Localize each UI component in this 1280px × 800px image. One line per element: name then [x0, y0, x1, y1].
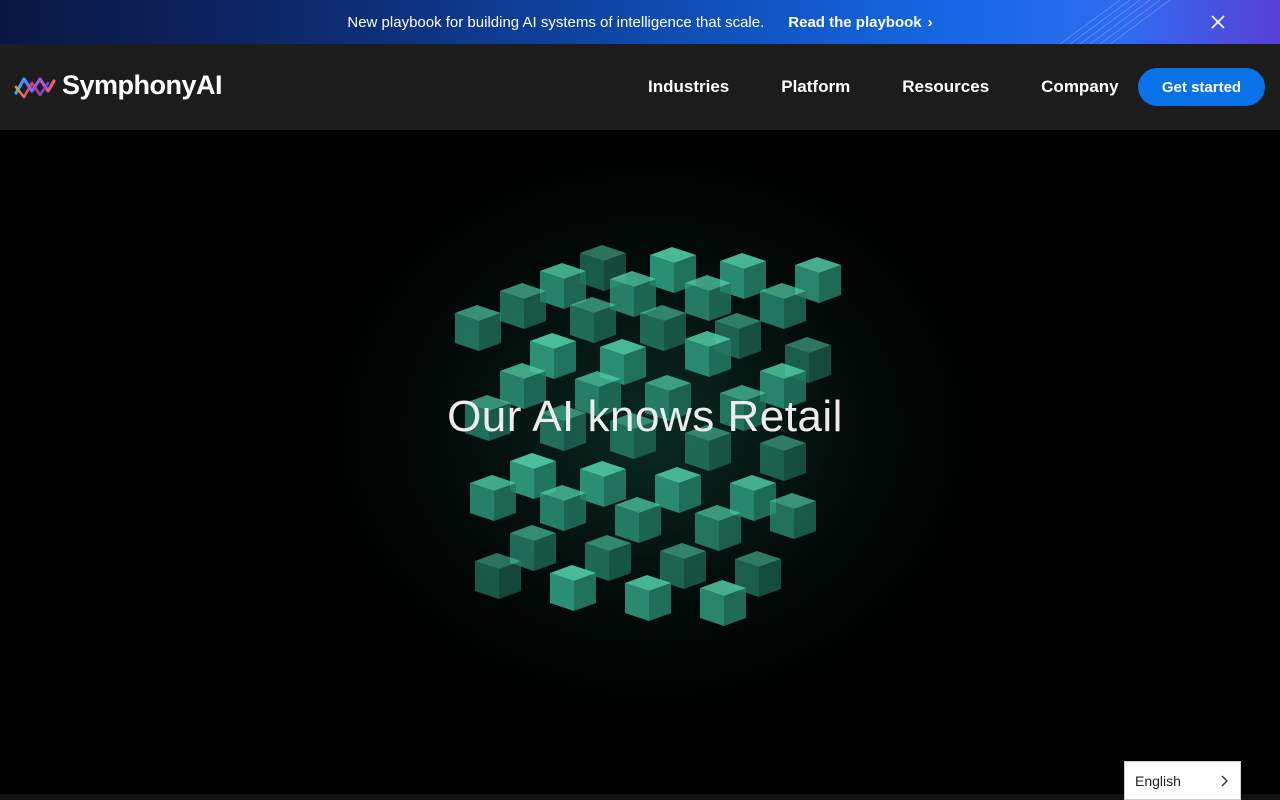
read-playbook-label: Read the playbook — [788, 13, 922, 31]
cube — [570, 297, 616, 343]
cube — [770, 493, 816, 539]
announcement-banner: New playbook for building AI systems of … — [0, 0, 1280, 44]
cube — [540, 485, 586, 531]
hero-title: Our AI knows Retail — [447, 392, 843, 441]
nav-industries[interactable]: Industries — [622, 77, 755, 97]
bottom-divider — [0, 794, 1280, 800]
cube — [695, 505, 741, 551]
logo-text: SymphonyAI — [62, 70, 223, 100]
symphonyai-logo[interactable]: SymphonyAI — [14, 70, 223, 101]
cube — [640, 305, 686, 351]
cube — [685, 275, 731, 321]
read-playbook-link[interactable]: Read the playbook › — [788, 14, 932, 31]
nav-platform[interactable]: Platform — [755, 77, 876, 97]
cube — [470, 475, 516, 521]
site-header: SymphonyAI Industries Platform Resources… — [0, 44, 1280, 130]
cube — [760, 283, 806, 329]
nav-company[interactable]: Company — [1015, 77, 1144, 97]
cube — [580, 461, 626, 507]
cube — [700, 580, 746, 626]
cube — [475, 553, 521, 599]
logo-wave-icon — [14, 76, 56, 98]
close-icon[interactable] — [1208, 12, 1228, 32]
chevron-right-icon — [1221, 775, 1228, 786]
hero-section: Our AI knows Retail — [0, 130, 1280, 794]
cube — [500, 283, 546, 329]
language-label: English — [1135, 772, 1181, 789]
decorative-lines — [1059, 0, 1171, 44]
cube — [615, 497, 661, 543]
cube — [625, 575, 671, 621]
get-started-button[interactable]: Get started — [1138, 68, 1265, 106]
banner-message: New playbook for building AI systems of … — [347, 13, 765, 31]
cube — [685, 331, 731, 377]
language-selector[interactable]: English — [1124, 761, 1241, 800]
main-nav: Industries Platform Resources Company — [622, 44, 1145, 130]
cube — [455, 305, 501, 351]
nav-resources[interactable]: Resources — [876, 77, 1015, 97]
chevron-right-icon: › — [927, 13, 933, 31]
cube — [550, 565, 596, 611]
cube — [655, 467, 701, 513]
